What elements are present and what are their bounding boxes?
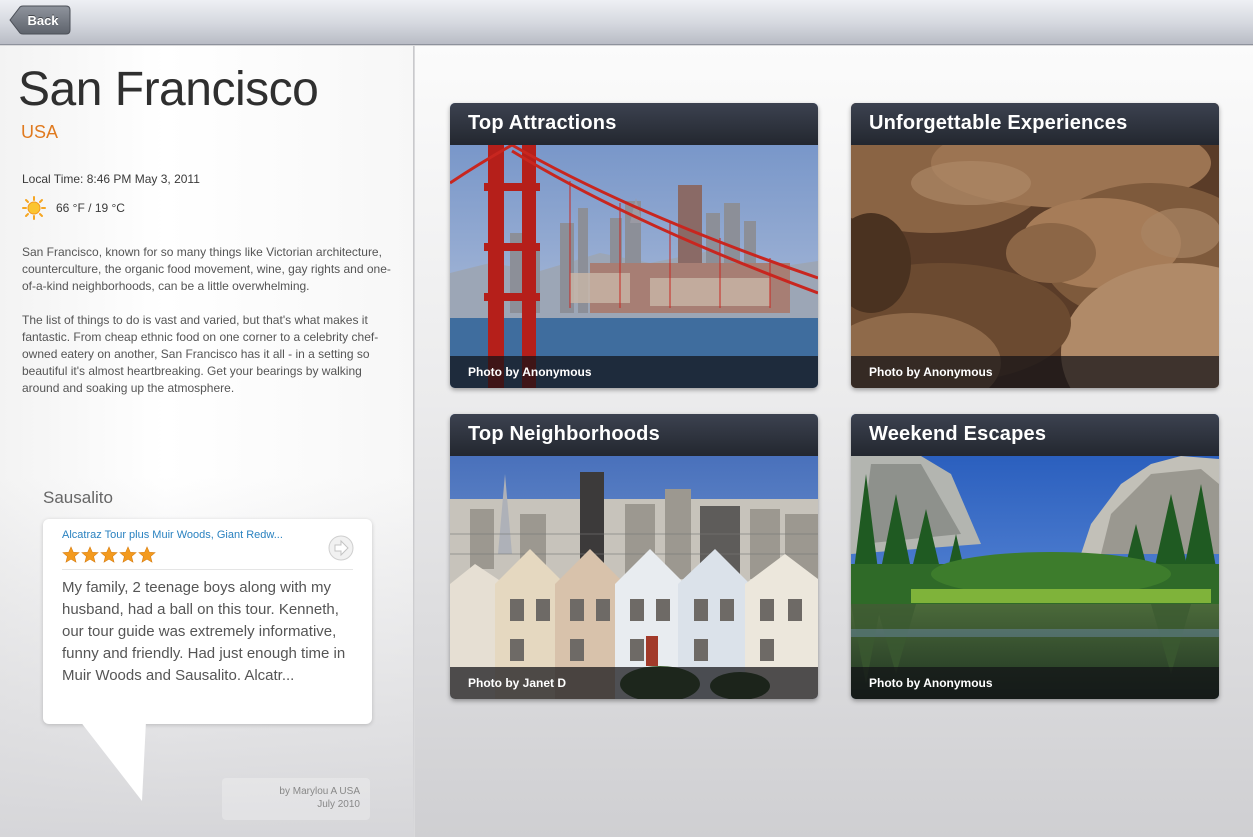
yosemite-photo: [851, 414, 1219, 699]
local-time: Local Time: 8:46 PM May 3, 2011: [22, 172, 200, 186]
review-author: by Marylou A USA: [279, 786, 360, 797]
photo-credit: Photo by Anonymous: [450, 356, 818, 388]
photo-credit: Photo by Anonymous: [851, 356, 1219, 388]
tile-weekend-escapes[interactable]: Weekend Escapes Photo by Anonymous: [851, 414, 1219, 699]
city-description: San Francisco, known for so many things …: [22, 244, 394, 414]
photo-credit: Photo by Anonymous: [851, 667, 1219, 699]
golden-gate-photo: [450, 103, 818, 388]
tile-top-neighborhoods[interactable]: Top Neighborhoods Photo by Janet D: [450, 414, 818, 699]
tile-title: Top Attractions: [450, 103, 818, 145]
back-button-label: Back: [27, 12, 59, 28]
tile-title: Top Neighborhoods: [450, 414, 818, 456]
temperature: 66 °F / 19 °C: [56, 201, 125, 215]
painted-ladies-photo: [450, 414, 818, 699]
review-place-label: Sausalito: [43, 488, 113, 507]
star-icon: [62, 546, 80, 563]
star-rating: [62, 546, 353, 564]
country-label: USA: [21, 122, 59, 142]
category-grid: Top Attractions Photo by Anonymous Unfor…: [415, 46, 1253, 837]
description-paragraph: The list of things to do is vast and var…: [22, 313, 379, 395]
review-date: July 2010: [317, 799, 360, 810]
tile-top-attractions[interactable]: Top Attractions Photo by Anonymous: [450, 103, 818, 388]
back-button[interactable]: Back: [9, 5, 71, 35]
tile-unforgettable-experiences[interactable]: Unforgettable Experiences Photo by Anony…: [851, 103, 1219, 388]
review-text: My family, 2 teenage boys along with my …: [62, 579, 346, 684]
speech-bubble-tail: [82, 722, 146, 801]
review-meta: by Marylou A USA July 2010: [222, 778, 370, 820]
photo-credit: Photo by Janet D: [450, 667, 818, 699]
review-card[interactable]: Alcatraz Tour plus Muir Woods, Giant Red…: [43, 519, 372, 724]
description-paragraph: San Francisco, known for so many things …: [22, 245, 391, 293]
review-title-link[interactable]: Alcatraz Tour plus Muir Woods, Giant Red…: [62, 529, 322, 541]
sea-lions-photo: [851, 103, 1219, 388]
navigation-bar: Back: [0, 0, 1253, 45]
tile-title: Unforgettable Experiences: [851, 103, 1219, 145]
arrow-right-icon[interactable]: [328, 535, 354, 561]
sun-icon: [22, 196, 46, 220]
tile-title: Weekend Escapes: [851, 414, 1219, 456]
page-title: San Francisco: [18, 63, 319, 116]
star-icon: [119, 546, 137, 563]
star-icon: [81, 546, 99, 563]
star-icon: [100, 546, 118, 563]
weather-readout: 66 °F / 19 °C: [22, 196, 125, 220]
star-icon: [138, 546, 156, 563]
